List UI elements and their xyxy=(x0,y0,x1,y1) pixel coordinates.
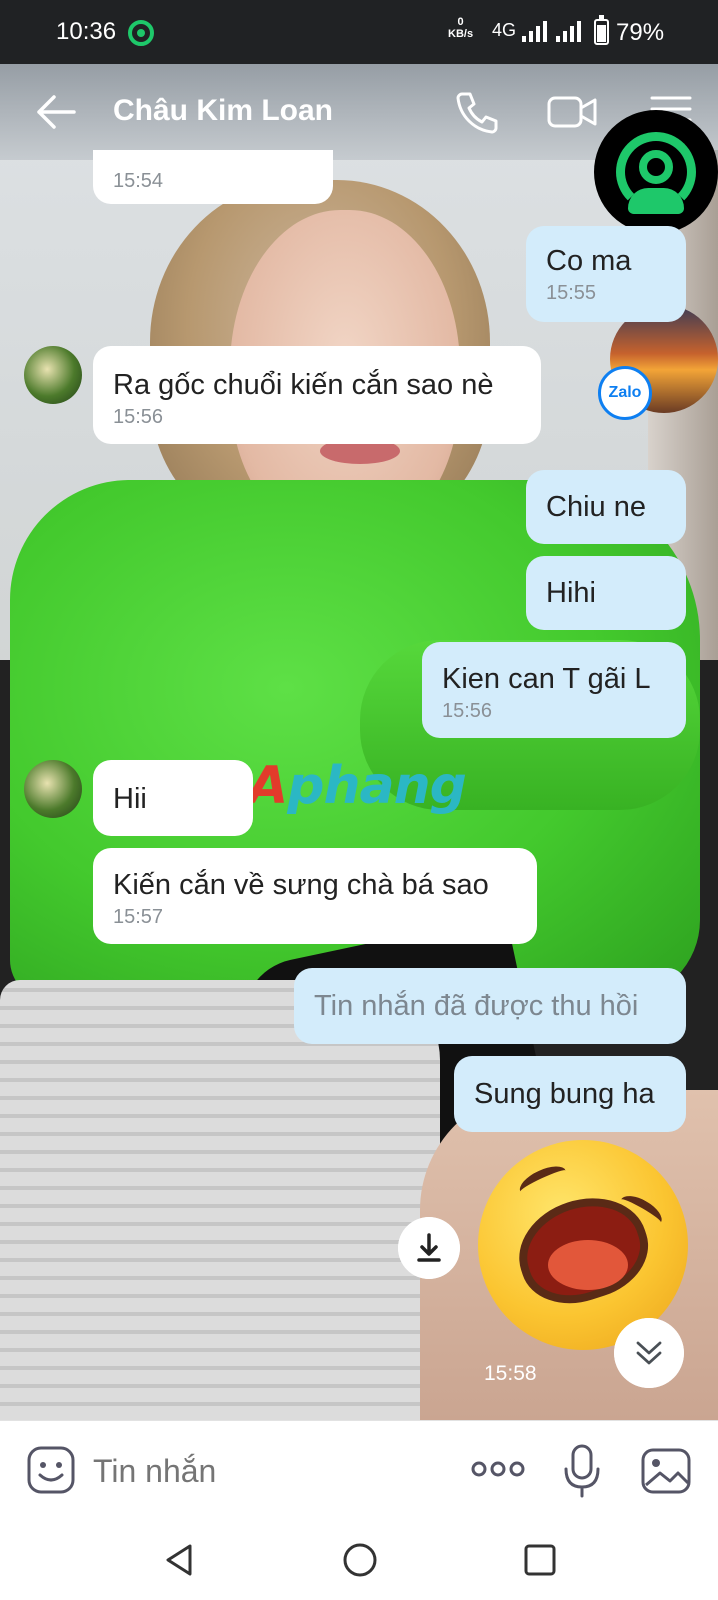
message-bubble-recalled[interactable]: Tin nhắn đã được thu hồi xyxy=(294,968,686,1044)
sticker-tongue xyxy=(548,1240,628,1290)
system-navigation-bar xyxy=(0,1520,718,1600)
more-icon[interactable] xyxy=(470,1457,526,1481)
nav-home-icon[interactable] xyxy=(340,1540,380,1580)
video-call-icon[interactable] xyxy=(546,90,598,134)
message-bubble-outgoing[interactable]: Chiu ne xyxy=(526,470,686,544)
sticker-time: 15:58 xyxy=(484,1362,537,1385)
message-time: 15:55 xyxy=(546,282,597,304)
signal-icon-2 xyxy=(556,20,581,42)
screen-recorder-bubble[interactable] xyxy=(594,110,718,234)
recalled-message-text: Tin nhắn đã được thu hồi xyxy=(314,990,639,1022)
phone-icon[interactable] xyxy=(452,88,500,136)
message-text: Kien can T gãi L xyxy=(442,663,651,695)
status-time: 10:36 xyxy=(56,18,117,45)
contact-avatar[interactable] xyxy=(24,346,82,404)
message-text: Chiu ne xyxy=(546,491,646,523)
message-time: 15:54 xyxy=(113,170,164,192)
message-bubble-outgoing[interactable]: Hihi xyxy=(526,556,686,630)
scroll-to-bottom-icon[interactable] xyxy=(614,1318,684,1388)
recorder-person-base xyxy=(628,188,684,214)
nav-back-icon[interactable] xyxy=(160,1540,200,1580)
message-text: Sung bung ha xyxy=(474,1078,655,1110)
emoji-icon[interactable] xyxy=(26,1445,76,1495)
zalo-badge-icon: Zalo xyxy=(598,366,652,420)
message-bubble-outgoing[interactable]: Sung bung ha xyxy=(454,1056,686,1132)
message-bubble-incoming[interactable]: Kiến cắn về sưng chà bá sao 15:57 xyxy=(93,848,537,944)
message-time: 15:56 xyxy=(442,700,493,722)
message-bubble-incoming[interactable]: Ra gốc chuổi kiến cắn sao nè 15:56 xyxy=(93,346,541,444)
message-text: Kiến cắn về sưng chà bá sao xyxy=(113,869,489,901)
message-time: 15:56 xyxy=(113,406,164,428)
download-icon[interactable] xyxy=(398,1217,460,1279)
location-icon xyxy=(128,20,154,46)
message-time: 15:57 xyxy=(113,906,164,928)
watermark-logo: Aphang xyxy=(248,756,467,816)
signal-icon xyxy=(522,20,547,42)
background-skirt xyxy=(0,980,440,1420)
message-bubble-outgoing[interactable]: Co ma 15:55 xyxy=(526,226,686,322)
battery-icon xyxy=(594,15,609,45)
message-text: Hii xyxy=(113,783,147,815)
recorder-person-icon xyxy=(639,150,673,184)
message-text: Ra gốc chuổi kiến cắn sao nè xyxy=(113,369,494,401)
message-bubble-outgoing[interactable]: Kien can T gãi L 15:56 xyxy=(422,642,686,738)
sticker-eye-left xyxy=(515,1160,571,1202)
back-arrow-icon[interactable] xyxy=(36,94,76,130)
contact-name[interactable]: Châu Kim Loan xyxy=(113,94,333,128)
microphone-icon[interactable] xyxy=(562,1443,602,1499)
image-icon[interactable] xyxy=(640,1447,692,1495)
network-type: 4G xyxy=(492,20,517,40)
battery-percent: 79% xyxy=(616,19,665,46)
nav-recent-icon[interactable] xyxy=(520,1540,560,1580)
message-text: Co ma xyxy=(546,245,632,277)
contact-avatar[interactable] xyxy=(24,760,82,818)
message-bubble-incoming[interactable]: 15:54 xyxy=(93,150,333,204)
message-input[interactable] xyxy=(93,1449,433,1493)
network-speed: 0 KB/s xyxy=(448,16,474,40)
message-input-bar xyxy=(0,1420,718,1520)
message-text: Hihi xyxy=(546,577,596,609)
message-bubble-incoming[interactable]: Hii xyxy=(93,760,253,836)
status-bar: 10:36 0 KB/s 4G 79% xyxy=(0,0,718,64)
